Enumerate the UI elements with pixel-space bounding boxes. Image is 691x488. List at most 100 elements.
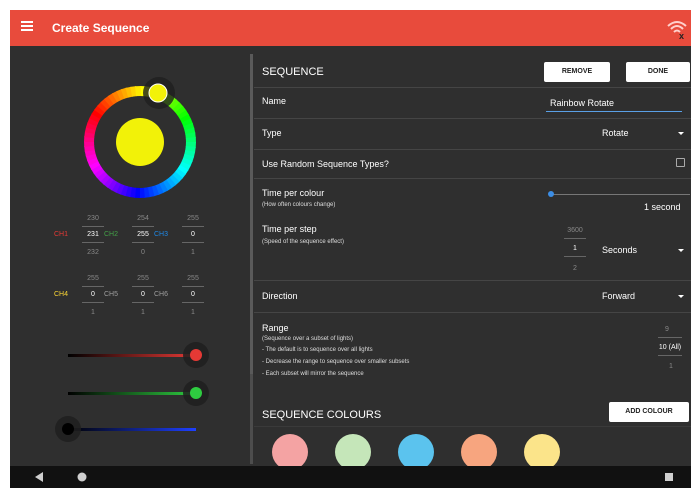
channel-divider (182, 302, 204, 303)
step-number-above[interactable]: 3600 (562, 227, 588, 234)
system-nav-bar (10, 466, 691, 488)
done-button[interactable]: DONE (626, 62, 690, 82)
range-number-below[interactable]: 1 (658, 363, 684, 370)
channel-number-below[interactable]: 232 (80, 249, 106, 256)
type-dropdown-arrow-icon[interactable] (678, 132, 684, 135)
green-slider-track[interactable] (68, 392, 196, 395)
channel-divider (82, 242, 104, 243)
hue-handle[interactable] (148, 83, 168, 103)
sequence-colour-swatch[interactable] (335, 434, 371, 466)
svg-text:x: x (679, 31, 684, 40)
channel-divider (82, 226, 104, 227)
channel-divider (182, 242, 204, 243)
channel-label: CH5 (104, 291, 119, 298)
separator (254, 178, 691, 179)
step-divider (564, 256, 586, 257)
sequence-colour-swatch[interactable] (524, 434, 560, 466)
range-number-above[interactable]: 9 (654, 326, 680, 333)
separator (254, 118, 691, 119)
channel-number-below[interactable]: 1 (180, 249, 206, 256)
time-per-colour-value: 1 second (644, 202, 681, 212)
channel-divider (132, 302, 154, 303)
step-divider (564, 238, 586, 239)
time-per-colour-thumb[interactable] (548, 191, 554, 197)
time-per-colour-track[interactable] (550, 194, 690, 195)
panel-divider[interactable] (250, 54, 253, 464)
sequence-header: SEQUENCE (262, 66, 324, 78)
range-label: Range (262, 323, 289, 333)
colour-picker-panel: 230 CH1 231 232 254 CH2 255 0 255 CH3 0 1 255 CH4 0 1 25… (10, 46, 248, 466)
channel-number-above[interactable]: 255 (130, 275, 156, 282)
channel-label: CH4 (54, 291, 69, 298)
channel-number-below[interactable]: 1 (180, 309, 206, 316)
channel-divider (132, 226, 154, 227)
range-note: - Decrease the range to sequence over sm… (262, 359, 410, 365)
wifi-disconnected-icon[interactable]: x (666, 18, 688, 41)
range-note: - Each subset will mirror the sequence (262, 371, 364, 377)
blue-slider-track[interactable] (68, 428, 196, 431)
name-field[interactable]: Rainbow Rotate (550, 98, 614, 108)
direction-label: Direction (262, 291, 298, 301)
channel-divider (182, 226, 204, 227)
channel-value[interactable]: 0 (80, 291, 106, 298)
range-hint: (Sequence over a subset of lights) (262, 336, 354, 342)
type-label: Type (262, 128, 282, 138)
channel-number-above[interactable]: 254 (130, 215, 156, 222)
step-unit-dropdown-arrow-icon[interactable] (678, 249, 684, 252)
add-colour-button[interactable]: ADD COLOUR (609, 402, 689, 422)
range-number-value[interactable]: 10 (All) (652, 344, 688, 351)
colour-wheel[interactable] (10, 46, 248, 466)
hue-ring-segment[interactable] (135, 86, 141, 97)
separator (254, 426, 691, 427)
direction-dropdown-arrow-icon[interactable] (678, 295, 684, 298)
time-per-step-hint: (Speed of the sequence effect) (262, 239, 344, 245)
red-slider-track[interactable] (68, 354, 196, 357)
channel-number-below[interactable]: 0 (130, 249, 156, 256)
step-number-value[interactable]: 1 (562, 245, 588, 252)
separator (254, 280, 691, 281)
channel-divider (182, 286, 204, 287)
separator (254, 312, 691, 313)
channel-number-above[interactable]: 255 (80, 275, 106, 282)
sequence-colours-header: SEQUENCE COLOURS (262, 409, 382, 421)
channel-label: CH1 (54, 231, 69, 238)
channel-number-above[interactable]: 255 (180, 275, 206, 282)
app-title: Create Sequence (52, 21, 150, 35)
sequence-panel: SEQUENCE REMOVE DONE Name Rainbow Rotate… (254, 46, 691, 466)
channel-number-above[interactable]: 255 (180, 215, 206, 222)
back-triangle-icon[interactable] (34, 471, 44, 483)
sequence-colour-swatch[interactable] (461, 434, 497, 466)
channel-label: CH3 (154, 231, 169, 238)
range-note: - The default is to sequence over all li… (262, 347, 373, 353)
remove-button[interactable]: REMOVE (544, 62, 610, 82)
green-slider-thumb[interactable] (190, 387, 202, 399)
channel-value[interactable]: 231 (80, 231, 106, 238)
direction-dropdown-value[interactable]: Forward (602, 291, 635, 301)
channel-value[interactable]: 0 (180, 231, 206, 238)
scrollbar-thumb[interactable] (250, 54, 253, 374)
blue-slider-thumb[interactable] (62, 423, 74, 435)
sequence-colour-swatch[interactable] (272, 434, 308, 466)
name-label: Name (262, 96, 287, 106)
channel-divider (132, 242, 154, 243)
sequence-colour-swatch[interactable] (398, 434, 434, 466)
hamburger-menu-icon[interactable] (20, 19, 38, 37)
channel-number-below[interactable]: 1 (130, 309, 156, 316)
channel-label: CH6 (154, 291, 169, 298)
step-number-below[interactable]: 2 (562, 265, 588, 272)
channel-value[interactable]: 0 (180, 291, 206, 298)
range-divider (658, 355, 682, 356)
random-types-checkbox[interactable] (676, 158, 685, 167)
home-circle-icon[interactable] (76, 471, 88, 483)
red-slider-thumb[interactable] (190, 349, 202, 361)
time-per-step-label: Time per step (262, 224, 317, 234)
selected-colour-swatch (116, 118, 164, 166)
channel-value[interactable]: 0 (130, 291, 156, 298)
channel-value[interactable]: 255 (130, 231, 156, 238)
step-unit-dropdown-value[interactable]: Seconds (602, 245, 637, 255)
channel-number-below[interactable]: 1 (80, 309, 106, 316)
type-dropdown-value[interactable]: Rotate (602, 128, 629, 138)
recents-square-icon[interactable] (664, 472, 674, 482)
channel-number-above[interactable]: 230 (80, 215, 106, 222)
separator (254, 149, 691, 150)
